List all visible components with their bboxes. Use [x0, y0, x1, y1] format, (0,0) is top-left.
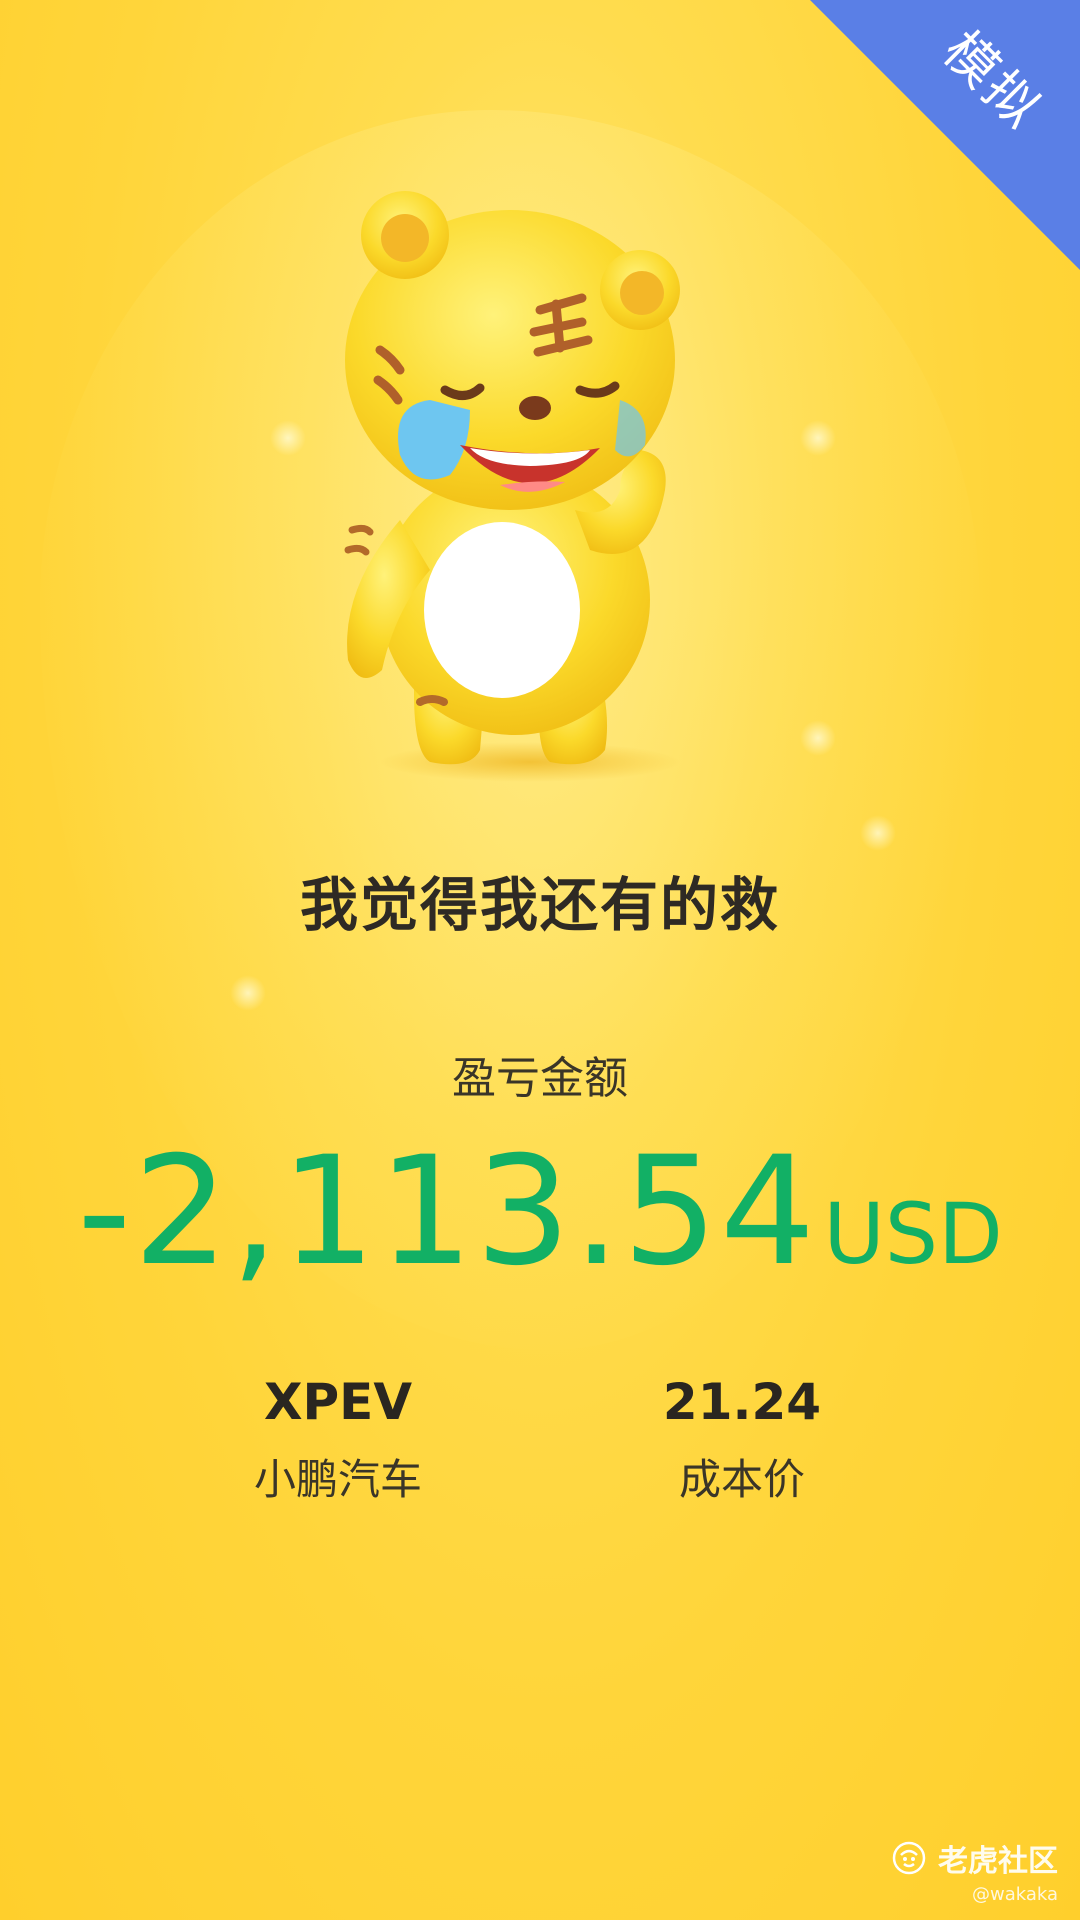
crying-tiger-mascot-icon	[344, 191, 680, 782]
pnl-label: 盈亏金额	[452, 1053, 628, 1104]
cost-value: 21.24	[662, 1373, 822, 1431]
cost-label: 成本价	[678, 1455, 805, 1504]
pnl-amount: -2,113.54USD	[0, 1125, 1080, 1299]
watermark-user: @wakaka	[971, 1884, 1058, 1905]
sparkle-decoration	[800, 420, 836, 456]
pnl-value: -2,113.54	[77, 1125, 818, 1299]
watermark-brand-text: 老虎社区	[938, 1844, 1058, 1879]
watermark-brand: 老虎社区	[892, 1836, 1058, 1880]
stock-info: XPEV 小鹏汽车	[178, 1370, 498, 1507]
sparkle-decoration	[230, 975, 266, 1011]
share-card: 模拟 我觉得我还有的救 盈亏金额 -2,113.54USD XPEV 小鹏汽车 …	[0, 0, 1080, 1920]
stock-name: 小鹏汽车	[253, 1455, 422, 1504]
tiger-community-logo-icon	[892, 1841, 926, 1875]
pnl-currency: USD	[823, 1185, 1003, 1283]
headline-text: 我觉得我还有的救	[299, 871, 780, 939]
sparkle-decoration	[860, 815, 896, 851]
sparkle-decoration	[800, 720, 836, 756]
sparkle-decoration	[270, 420, 306, 456]
cost-info: 21.24 成本价	[582, 1370, 902, 1507]
stock-symbol: XPEV	[263, 1373, 413, 1431]
